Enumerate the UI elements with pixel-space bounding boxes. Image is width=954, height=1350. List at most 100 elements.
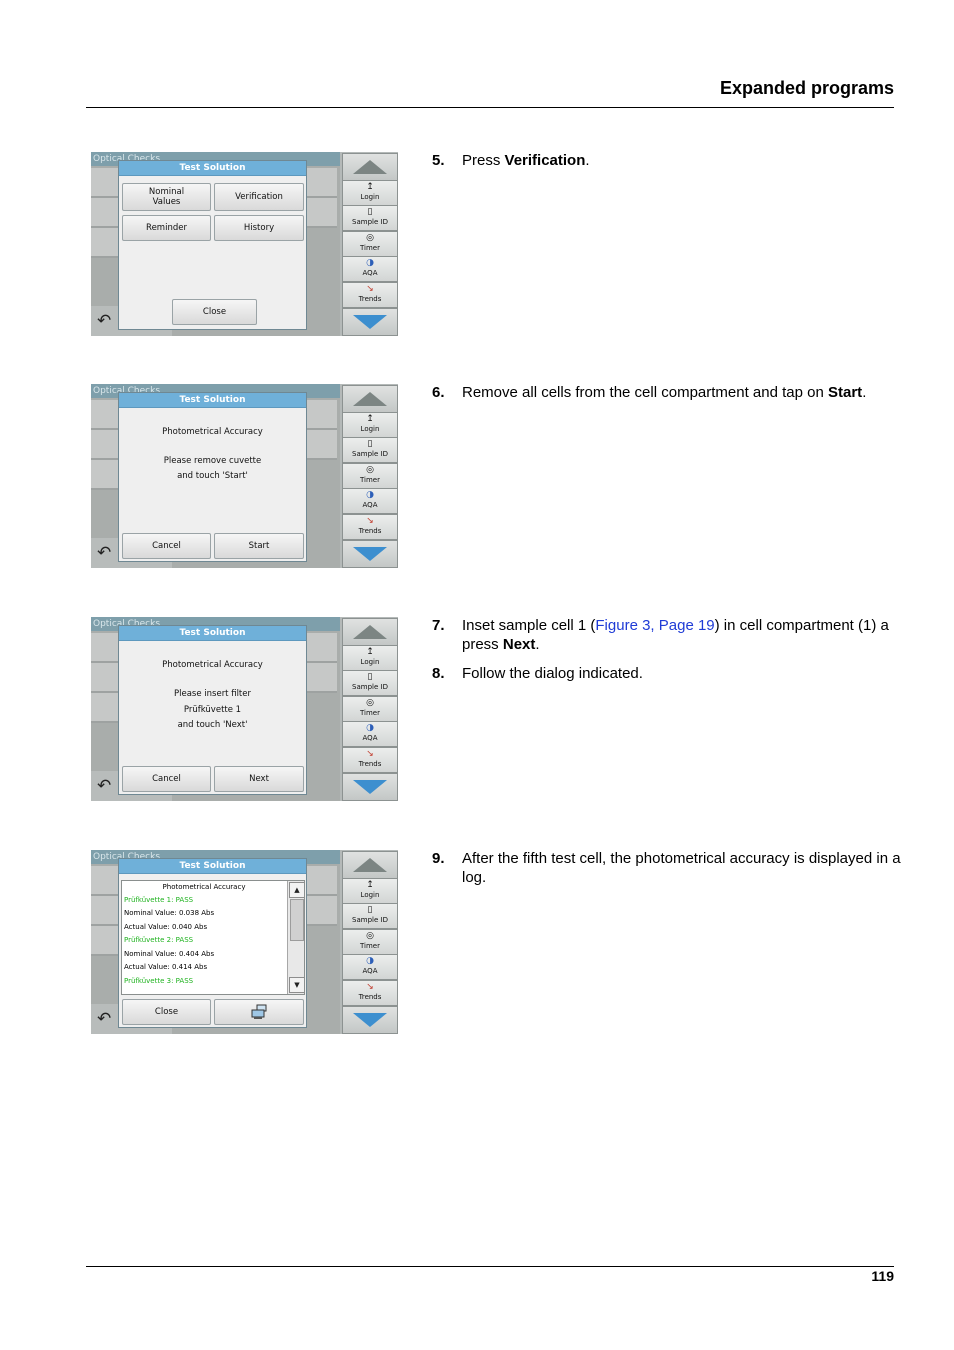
side-menu-login[interactable]: ↥ Login bbox=[342, 412, 398, 438]
dialog-instruction: Please remove cuvette bbox=[163, 456, 262, 466]
reminder-button[interactable]: Reminder bbox=[122, 215, 211, 241]
screenshot-remove-cuvette: Optical Checks ↶ Test Solution Photometr… bbox=[91, 384, 398, 568]
scroll-down-button[interactable] bbox=[342, 308, 398, 336]
side-menu-aqa[interactable]: ◑ AQA bbox=[342, 721, 398, 747]
side-menu-aqa[interactable]: ◑ AQA bbox=[342, 954, 398, 980]
bg-row bbox=[91, 693, 118, 723]
scroll-up-button[interactable] bbox=[342, 385, 398, 413]
scroll-up-button[interactable] bbox=[342, 618, 398, 646]
sample-id-icon: ▯ bbox=[367, 207, 373, 217]
screenshot-insert-filter: Optical Checks ↶ Test Solution Photometr… bbox=[91, 617, 398, 801]
side-menu: ↥ Login ▯ Sample ID ◎ Timer ◑ AQA ↘ Trends bbox=[340, 384, 398, 568]
log-scrollbar[interactable]: ▲ ▼ bbox=[287, 881, 304, 994]
scroll-up-button[interactable] bbox=[342, 851, 398, 879]
dialog-title: Test Solution bbox=[119, 393, 306, 408]
down-arrow-icon bbox=[353, 1013, 387, 1027]
nominal-values-button[interactable]: Nominal Values bbox=[122, 183, 211, 211]
bg-row bbox=[91, 663, 118, 693]
bg-row bbox=[91, 460, 118, 490]
dialog-title: Test Solution bbox=[119, 161, 306, 176]
side-menu-sample-id[interactable]: ▯ Sample ID bbox=[342, 437, 398, 463]
dialog-instruction: and touch 'Next' bbox=[177, 720, 248, 730]
login-icon: ↥ bbox=[366, 880, 374, 890]
close-button[interactable]: Close bbox=[172, 299, 257, 325]
back-icon[interactable]: ↶ bbox=[97, 311, 111, 331]
scroll-up-arrow-icon[interactable]: ▲ bbox=[289, 882, 304, 898]
bg-row bbox=[91, 198, 118, 228]
timer-icon: ◎ bbox=[366, 465, 374, 475]
log-line: Prüfküvette 1: PASS bbox=[124, 896, 194, 904]
log-line: Actual Value: 0.040 Abs bbox=[124, 923, 208, 931]
side-menu-trends[interactable]: ↘ Trends bbox=[342, 282, 398, 308]
down-arrow-icon bbox=[353, 315, 387, 329]
side-menu-aqa[interactable]: ◑ AQA bbox=[342, 256, 398, 282]
side-menu-aqa[interactable]: ◑ AQA bbox=[342, 488, 398, 514]
up-arrow-icon bbox=[353, 858, 387, 872]
back-icon[interactable]: ↶ bbox=[97, 1009, 111, 1029]
cancel-button[interactable]: Cancel bbox=[122, 533, 211, 559]
timer-icon: ◎ bbox=[366, 698, 374, 708]
side-menu-trends[interactable]: ↘ Trends bbox=[342, 514, 398, 540]
bg-row bbox=[307, 866, 337, 896]
log-line: Actual Value: 0.414 Abs bbox=[124, 963, 208, 971]
log-line: Nominal Value: 0.404 Abs bbox=[124, 950, 215, 958]
timer-icon: ◎ bbox=[366, 233, 374, 243]
side-menu-trends[interactable]: ↘ Trends bbox=[342, 747, 398, 773]
trends-icon: ↘ bbox=[366, 284, 374, 294]
aqa-icon: ◑ bbox=[366, 490, 374, 500]
up-arrow-icon bbox=[353, 392, 387, 406]
trends-icon: ↘ bbox=[366, 982, 374, 992]
page-header-title: Expanded programs bbox=[719, 78, 894, 98]
bg-row bbox=[91, 896, 118, 926]
scroll-down-button[interactable] bbox=[342, 540, 398, 568]
screenshot-accuracy-log: Optical Checks ↶ Test Solution Photometr… bbox=[91, 850, 398, 1034]
cancel-button[interactable]: Cancel bbox=[122, 766, 211, 792]
history-button[interactable]: History bbox=[214, 215, 304, 241]
verification-button[interactable]: Verification bbox=[214, 183, 304, 211]
figure-link[interactable]: Figure 3, Page 19 bbox=[595, 617, 714, 634]
bg-row bbox=[307, 896, 337, 926]
side-menu-login[interactable]: ↥ Login bbox=[342, 180, 398, 206]
side-menu-sample-id[interactable]: ▯ Sample ID bbox=[342, 670, 398, 696]
accuracy-log[interactable]: Photometrical Accuracy Prüfküvette 1: PA… bbox=[121, 880, 305, 995]
log-line: Prüfküvette 3: PASS bbox=[124, 977, 194, 985]
screenshot-verification-menu: Optical Checks ↶ Test Solution Nominal Va… bbox=[91, 152, 398, 336]
print-button[interactable] bbox=[214, 999, 304, 1025]
back-icon[interactable]: ↶ bbox=[97, 543, 111, 563]
side-menu-login[interactable]: ↥ Login bbox=[342, 645, 398, 671]
scroll-down-button[interactable] bbox=[342, 773, 398, 801]
timer-icon: ◎ bbox=[366, 931, 374, 941]
side-menu: ↥ Login ▯ Sample ID ◎ Timer ◑ AQA ↘ Trends bbox=[340, 617, 398, 801]
scroll-down-button[interactable] bbox=[342, 1006, 398, 1034]
side-menu-trends[interactable]: ↘ Trends bbox=[342, 980, 398, 1006]
bg-row bbox=[91, 866, 118, 896]
side-menu-timer[interactable]: ◎ Timer bbox=[342, 696, 398, 722]
close-button[interactable]: Close bbox=[122, 999, 211, 1025]
scroll-down-arrow-icon[interactable]: ▼ bbox=[289, 977, 304, 993]
side-menu-login[interactable]: ↥ Login bbox=[342, 878, 398, 904]
side-menu-sample-id[interactable]: ▯ Sample ID bbox=[342, 903, 398, 929]
side-menu-sample-id[interactable]: ▯ Sample ID bbox=[342, 205, 398, 231]
sample-id-icon: ▯ bbox=[367, 672, 373, 682]
scroll-thumb[interactable] bbox=[290, 899, 304, 941]
login-icon: ↥ bbox=[366, 414, 374, 424]
back-icon[interactable]: ↶ bbox=[97, 776, 111, 796]
side-menu-timer[interactable]: ◎ Timer bbox=[342, 231, 398, 257]
bg-row bbox=[91, 168, 118, 198]
dialog-title: Test Solution bbox=[119, 626, 306, 641]
log-line: Prüfküvette 2: PASS bbox=[124, 936, 194, 944]
side-menu-timer[interactable]: ◎ Timer bbox=[342, 463, 398, 489]
side-menu-timer[interactable]: ◎ Timer bbox=[342, 929, 398, 955]
start-button[interactable]: Start bbox=[214, 533, 304, 559]
trends-icon: ↘ bbox=[366, 516, 374, 526]
print-icon bbox=[251, 1004, 267, 1019]
log-heading: Photometrical Accuracy bbox=[162, 883, 246, 891]
next-button[interactable]: Next bbox=[214, 766, 304, 792]
bg-row bbox=[307, 400, 337, 430]
scroll-up-button[interactable] bbox=[342, 153, 398, 181]
down-arrow-icon bbox=[353, 780, 387, 794]
aqa-icon: ◑ bbox=[366, 258, 374, 268]
dialog: Test Solution Photometrical Accuracy Ple… bbox=[118, 625, 307, 795]
dialog: Test Solution Photometrical Accuracy Ple… bbox=[118, 392, 307, 562]
header-rule bbox=[86, 107, 894, 108]
